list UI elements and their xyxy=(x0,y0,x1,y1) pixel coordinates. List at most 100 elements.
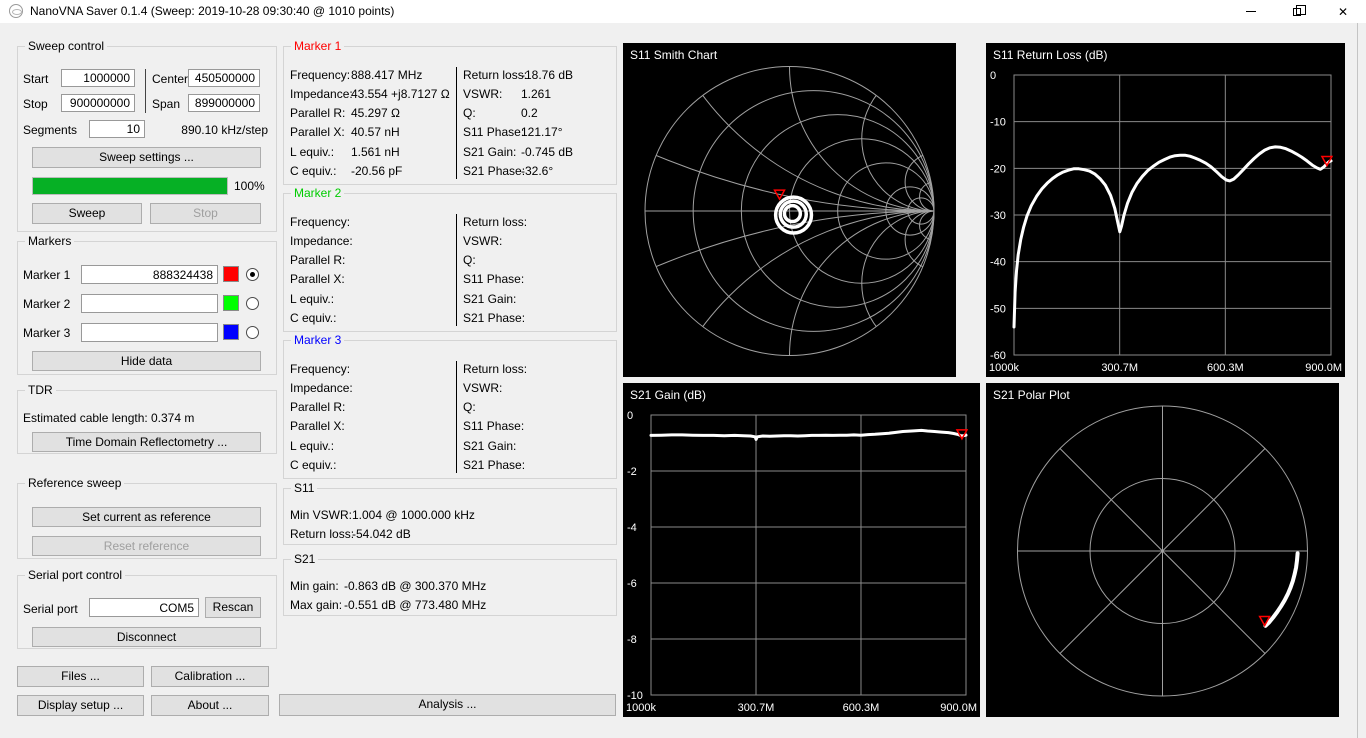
about-button[interactable]: About ... xyxy=(151,695,269,716)
close-icon: ✕ xyxy=(1338,6,1348,18)
field-label: Impedance: xyxy=(290,87,353,101)
s21-info-panel: S21 Min gain: -0.863 dB @ 300.370 MHz Ma… xyxy=(283,559,617,616)
tdr-button[interactable]: Time Domain Reflectometry ... xyxy=(32,432,261,452)
gain-canvas[interactable]: 0-2-4-6-8-101000k300.7M600.3M900.0M xyxy=(623,383,980,717)
field-label: S21 Phase: xyxy=(463,164,525,178)
s21-gain-chart[interactable]: S21 Gain (dB) 0-2-4-6-8-101000k300.7M600… xyxy=(623,383,980,717)
span-label: Span xyxy=(152,97,180,111)
reset-reference-button[interactable]: Reset reference xyxy=(32,536,261,556)
close-button[interactable]: ✕ xyxy=(1320,0,1366,23)
field-label: L equiv.: xyxy=(290,292,334,306)
calibration-button[interactable]: Calibration ... xyxy=(151,666,269,687)
analysis-button[interactable]: Analysis ... xyxy=(279,694,616,716)
cable-length-label: Estimated cable length: xyxy=(23,411,148,425)
smith-chart-canvas[interactable] xyxy=(623,43,956,377)
marker2-color-swatch[interactable] xyxy=(223,295,239,311)
group-title: Markers xyxy=(25,234,74,248)
rescan-button[interactable]: Rescan xyxy=(205,597,261,618)
marker3-label: Marker 3 xyxy=(23,326,70,340)
marker2-active-radio[interactable] xyxy=(246,297,259,310)
svg-text:-30: -30 xyxy=(990,210,1006,222)
panel-title: Marker 2 xyxy=(291,186,344,200)
field-label: Q: xyxy=(463,400,476,414)
start-input[interactable] xyxy=(61,69,135,87)
svg-text:600.3M: 600.3M xyxy=(1207,362,1244,374)
svg-text:1000k: 1000k xyxy=(989,362,1019,374)
field-label: L equiv.: xyxy=(290,439,334,453)
field-label: VSWR: xyxy=(463,381,502,395)
segments-input[interactable] xyxy=(89,120,145,138)
min-gain-value: -0.863 dB @ 300.370 MHz xyxy=(344,579,486,593)
s11-return-loss-chart[interactable]: S11 Return Loss (dB) 0-10-20-30-40-50-60… xyxy=(986,43,1345,377)
restore-button[interactable] xyxy=(1274,0,1320,23)
chart-title: S21 Gain (dB) xyxy=(630,388,706,402)
column-separator xyxy=(145,69,146,113)
field-label: Impedance: xyxy=(290,234,353,248)
marker2-details-panel: Marker 2 Frequency:Return loss: Impedanc… xyxy=(283,193,617,332)
field-value: 40.57 nH xyxy=(351,125,400,139)
serial-port-label: Serial port xyxy=(23,602,78,616)
min-vswr-value: 1.004 @ 1000.000 kHz xyxy=(352,508,475,522)
field-value: -0.745 dB xyxy=(521,145,573,159)
field-label: C equiv.: xyxy=(290,311,336,325)
display-setup-button[interactable]: Display setup ... xyxy=(17,695,144,716)
markers-group: Markers Marker 1 Marker 2 Marker 3 Hide … xyxy=(17,241,277,375)
svg-text:-10: -10 xyxy=(990,117,1006,129)
field-value: 43.554 +j8.7127 Ω xyxy=(351,87,450,101)
serial-port-input[interactable] xyxy=(89,598,199,617)
max-gain-value: -0.551 dB @ 773.480 MHz xyxy=(344,598,486,612)
field-value: 0.2 xyxy=(521,106,538,120)
return-loss-canvas[interactable]: 0-10-20-30-40-50-601000k300.7M600.3M900.… xyxy=(986,43,1345,377)
files-button[interactable]: Files ... xyxy=(17,666,144,687)
hide-data-button[interactable]: Hide data xyxy=(32,351,261,371)
marker1-frequency-input[interactable] xyxy=(81,265,218,284)
panel-divider xyxy=(456,67,457,179)
progress-percent-label: 100% xyxy=(234,179,265,193)
minimize-button[interactable] xyxy=(1228,0,1274,23)
field-label: Parallel R: xyxy=(290,400,345,414)
field-label: VSWR: xyxy=(463,87,502,101)
stop-label: Stop xyxy=(23,97,48,111)
max-gain-label: Max gain: xyxy=(290,598,342,612)
panel-divider xyxy=(456,214,457,326)
field-label: L equiv.: xyxy=(290,145,334,159)
s11-info-panel: S11 Min VSWR: 1.004 @ 1000.000 kHz Retur… xyxy=(283,488,617,545)
field-value: 1.561 nH xyxy=(351,145,400,159)
marker1-active-radio[interactable] xyxy=(246,268,259,281)
chart-title: S11 Smith Chart xyxy=(630,48,717,62)
center-input[interactable] xyxy=(188,69,260,87)
field-label: Return loss: xyxy=(463,215,527,229)
sweep-settings-button[interactable]: Sweep settings ... xyxy=(32,147,261,168)
stop-input[interactable] xyxy=(61,94,135,112)
field-label: S11 Phase: xyxy=(463,125,524,139)
return-loss-value: -54.042 dB xyxy=(352,527,411,541)
svg-text:1000k: 1000k xyxy=(626,702,656,714)
field-value: 888.417 MHz xyxy=(351,68,422,82)
group-title: Reference sweep xyxy=(25,476,124,490)
field-label: S21 Phase: xyxy=(463,311,525,325)
step-size-label: 890.10 kHz/step xyxy=(181,123,268,137)
field-value: -18.76 dB xyxy=(521,68,573,82)
disconnect-button[interactable]: Disconnect xyxy=(32,627,261,647)
marker2-frequency-input[interactable] xyxy=(81,294,218,313)
marker3-active-radio[interactable] xyxy=(246,326,259,339)
start-label: Start xyxy=(23,72,48,86)
marker1-color-swatch[interactable] xyxy=(223,266,239,282)
titlebar: NanoVNA Saver 0.1.4 (Sweep: 2019-10-28 0… xyxy=(0,0,1366,23)
polar-canvas[interactable] xyxy=(986,383,1339,717)
span-input[interactable] xyxy=(188,94,260,112)
marker3-frequency-input[interactable] xyxy=(81,323,218,342)
set-reference-button[interactable]: Set current as reference xyxy=(32,507,261,527)
sweep-button[interactable]: Sweep xyxy=(32,203,142,224)
s21-polar-plot[interactable]: S21 Polar Plot xyxy=(986,383,1339,717)
field-value: 1.261 xyxy=(521,87,551,101)
s11-smith-chart[interactable]: S11 Smith Chart xyxy=(623,43,956,377)
svg-text:-6: -6 xyxy=(627,578,637,590)
marker3-color-swatch[interactable] xyxy=(223,324,239,340)
tdr-group: TDR Estimated cable length: 0.374 m Time… xyxy=(17,390,277,454)
field-label: Frequency: xyxy=(290,68,350,82)
field-label: Frequency: xyxy=(290,362,350,376)
marker1-details-panel: Marker 1 Frequency:888.417 MHzReturn los… xyxy=(283,46,617,185)
stop-button[interactable]: Stop xyxy=(150,203,261,224)
field-label: S21 Phase: xyxy=(463,458,525,472)
